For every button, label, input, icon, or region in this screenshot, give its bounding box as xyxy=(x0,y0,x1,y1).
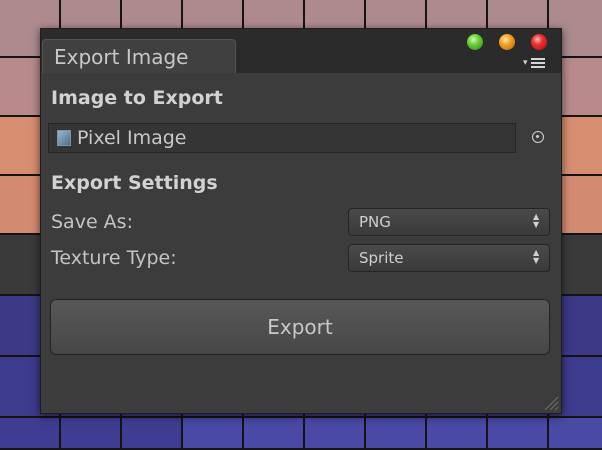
background-pixel xyxy=(244,418,305,450)
hamburger-icon xyxy=(531,58,545,70)
background-pixel xyxy=(366,418,427,450)
background-pixel xyxy=(183,418,244,450)
image-asset-icon xyxy=(57,130,71,146)
dropdown-menu-icon[interactable]: ▾ xyxy=(523,56,551,70)
image-object-field[interactable]: Pixel Image xyxy=(48,123,516,153)
tab-export-image[interactable]: Export Image xyxy=(42,39,236,73)
save-as-label: Save As: xyxy=(51,211,133,233)
minimize-button[interactable] xyxy=(499,34,515,50)
texture-type-label: Texture Type: xyxy=(51,247,177,269)
caret-down-icon: ▾ xyxy=(523,58,528,68)
background-pixel xyxy=(549,418,602,450)
updown-arrows-icon: ▲ ▼ xyxy=(533,248,540,265)
object-picker-icon[interactable] xyxy=(532,131,544,143)
updown-arrows-icon: ▲ ▼ xyxy=(533,212,540,229)
close-button[interactable] xyxy=(531,34,547,50)
object-field-value: Pixel Image xyxy=(77,127,187,149)
save-as-value: PNG xyxy=(359,213,391,231)
background-pixel xyxy=(488,418,549,450)
window-tab-bar: Export Image ▾ xyxy=(41,29,561,73)
background-pixel xyxy=(305,418,366,450)
background-pixel xyxy=(61,418,122,450)
save-as-dropdown[interactable]: PNG ▲ ▼ xyxy=(348,208,550,236)
export-image-window: Export Image ▾ Image to Export Pixel Ima… xyxy=(40,28,562,414)
texture-type-value: Sprite xyxy=(359,249,404,267)
export-button[interactable]: Export xyxy=(50,299,550,355)
image-to-export-heading: Image to Export xyxy=(51,87,223,109)
export-settings-heading: Export Settings xyxy=(51,172,218,194)
background-pixel xyxy=(122,418,183,450)
resize-grip-icon[interactable] xyxy=(541,393,559,411)
texture-type-dropdown[interactable]: Sprite ▲ ▼ xyxy=(348,244,550,272)
maximize-button[interactable] xyxy=(467,34,483,50)
background-pixel xyxy=(427,418,488,450)
background-pixel xyxy=(0,418,61,450)
